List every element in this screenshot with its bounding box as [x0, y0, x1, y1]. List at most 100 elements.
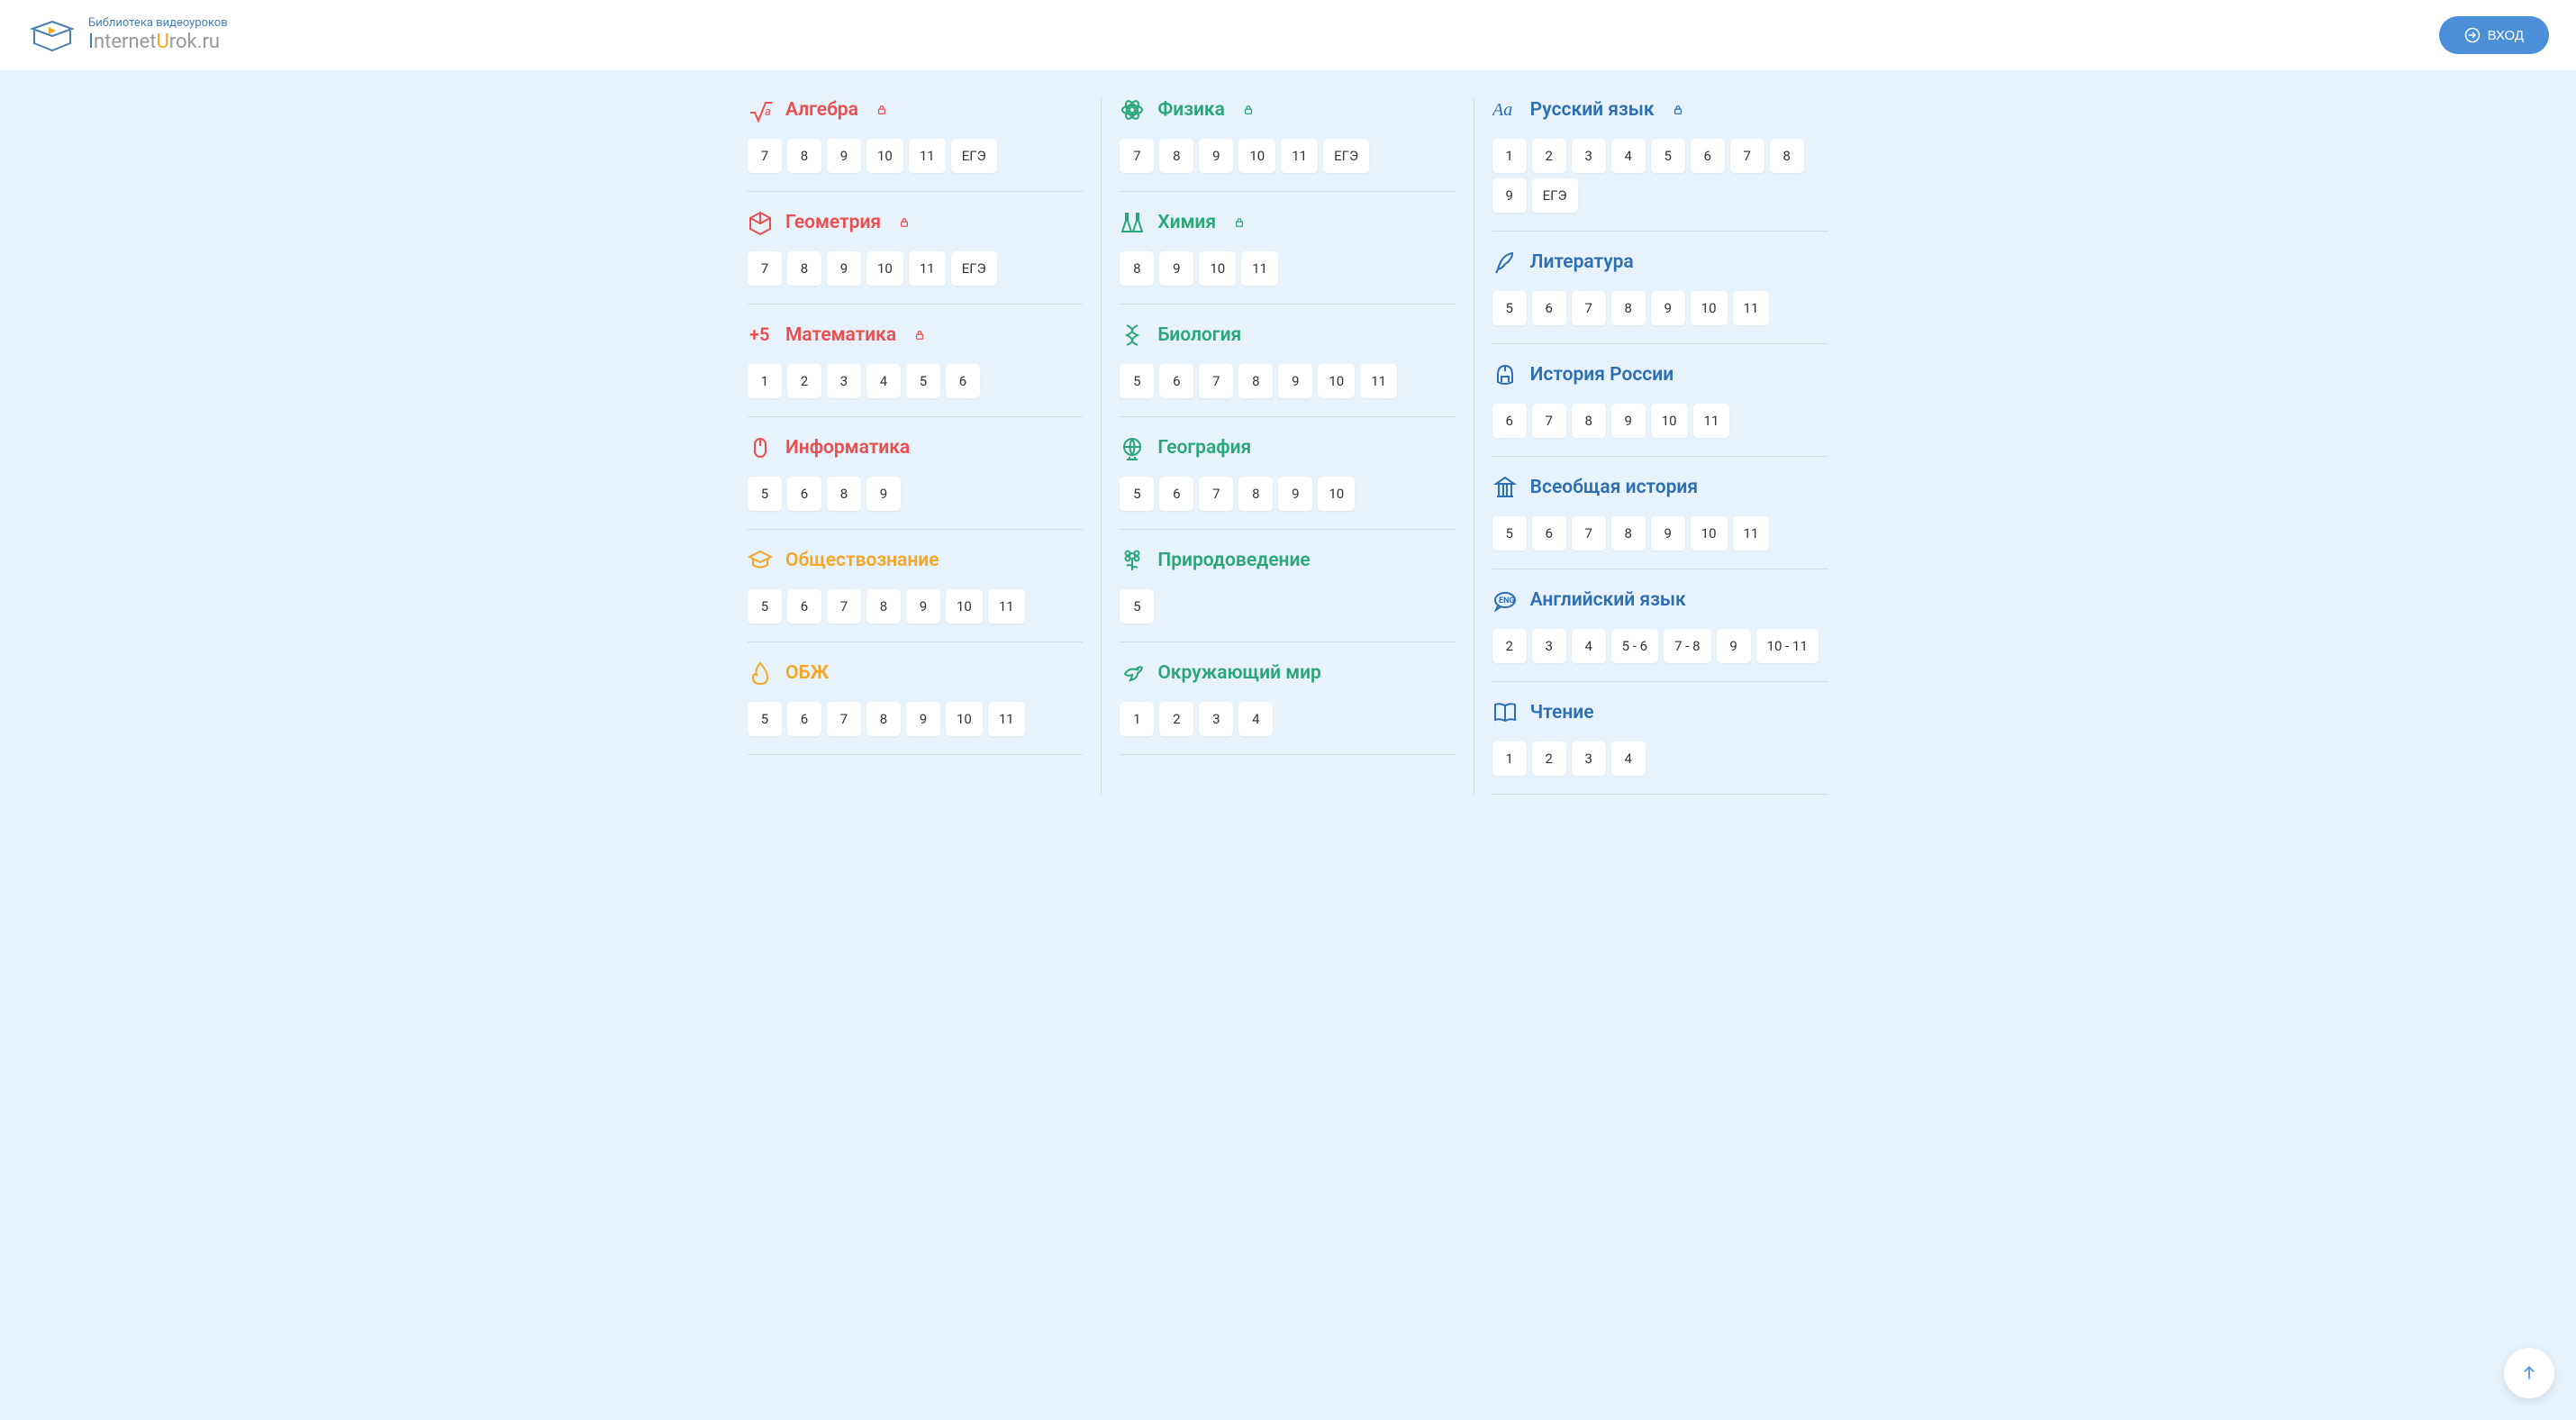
grade-button[interactable]: 6	[946, 364, 980, 398]
subject-header[interactable]: Литература	[1492, 250, 1828, 275]
grade-button[interactable]: 6	[1691, 139, 1725, 173]
scroll-top-button[interactable]	[2504, 1348, 2554, 1398]
grade-button[interactable]: 4	[866, 364, 901, 398]
grade-button[interactable]: 10	[1691, 291, 1728, 325]
grade-button[interactable]: 6	[1532, 516, 1566, 551]
grade-button[interactable]: 11	[988, 589, 1025, 624]
grade-button[interactable]: 5	[1120, 589, 1154, 624]
grade-button[interactable]: 9	[906, 702, 940, 736]
grade-button[interactable]: 8	[1159, 139, 1193, 173]
grade-button[interactable]: 6	[787, 477, 821, 511]
logo[interactable]: Библиотека видеоуроков InternetUrok.ru	[27, 16, 228, 54]
grade-button[interactable]: 7	[827, 702, 861, 736]
grade-button[interactable]: 5	[748, 702, 782, 736]
subject-header[interactable]: Окружающий мир	[1120, 660, 1455, 686]
grade-button[interactable]: ЕГЭ	[1323, 139, 1369, 173]
subject-header[interactable]: Физика	[1120, 97, 1455, 123]
grade-button[interactable]: 8	[787, 251, 821, 286]
grade-button[interactable]: 9	[1278, 364, 1312, 398]
grade-button[interactable]: 6	[1159, 477, 1193, 511]
grade-button[interactable]: 7	[1572, 291, 1606, 325]
grade-button[interactable]: 2	[1532, 139, 1566, 173]
grade-button[interactable]: 7 - 8	[1664, 629, 1710, 663]
grade-button[interactable]: 9	[1651, 516, 1685, 551]
grade-button[interactable]: 8	[1611, 291, 1646, 325]
grade-button[interactable]: 5 - 6	[1611, 629, 1658, 663]
grade-button[interactable]: 8	[866, 702, 901, 736]
grade-button[interactable]: 1	[1120, 702, 1154, 736]
grade-button[interactable]: 9	[866, 477, 901, 511]
grade-button[interactable]: 2	[1532, 742, 1566, 776]
grade-button[interactable]: 1	[748, 364, 782, 398]
subject-header[interactable]: Математика	[748, 323, 1083, 348]
grade-button[interactable]: 10	[1318, 477, 1355, 511]
grade-button[interactable]: 7	[1572, 516, 1606, 551]
grade-button[interactable]: 7	[748, 139, 782, 173]
grade-button[interactable]: 2	[1492, 629, 1527, 663]
grade-button[interactable]: 11	[909, 139, 946, 173]
grade-button[interactable]: 1	[1492, 139, 1527, 173]
grade-button[interactable]: 3	[1572, 742, 1606, 776]
grade-button[interactable]: 8	[1120, 251, 1154, 286]
subject-header[interactable]: Всеобщая история	[1492, 475, 1828, 500]
grade-button[interactable]: 11	[1241, 251, 1278, 286]
grade-button[interactable]: 5	[1492, 516, 1527, 551]
grade-button[interactable]: 5	[906, 364, 940, 398]
grade-button[interactable]: 7	[1730, 139, 1764, 173]
grade-button[interactable]: 7	[1199, 477, 1233, 511]
grade-button[interactable]: 9	[827, 251, 861, 286]
grade-button[interactable]: 8	[1770, 139, 1804, 173]
subject-header[interactable]: Биология	[1120, 323, 1455, 348]
grade-button[interactable]: 11	[1733, 516, 1770, 551]
grade-button[interactable]: 10 - 11	[1756, 629, 1819, 663]
subject-header[interactable]: Геометрия	[748, 210, 1083, 235]
grade-button[interactable]: 10	[866, 251, 903, 286]
grade-button[interactable]: 9	[906, 589, 940, 624]
grade-button[interactable]: 8	[1572, 404, 1606, 438]
grade-button[interactable]: 8	[1238, 364, 1273, 398]
grade-button[interactable]: 9	[827, 139, 861, 173]
grade-button[interactable]: 11	[1733, 291, 1770, 325]
grade-button[interactable]: 1	[1492, 742, 1527, 776]
grade-button[interactable]: 8	[787, 139, 821, 173]
grade-button[interactable]: 9	[1199, 139, 1233, 173]
grade-button[interactable]: 3	[1532, 629, 1566, 663]
grade-button[interactable]: 9	[1651, 291, 1685, 325]
grade-button[interactable]: 7	[1199, 364, 1233, 398]
grade-button[interactable]: 10	[946, 702, 983, 736]
subject-header[interactable]: География	[1120, 435, 1455, 460]
grade-button[interactable]: 5	[1120, 477, 1154, 511]
grade-button[interactable]: 8	[866, 589, 901, 624]
grade-button[interactable]: 11	[909, 251, 946, 286]
subject-header[interactable]: Химия	[1120, 210, 1455, 235]
grade-button[interactable]: 3	[1572, 139, 1606, 173]
subject-header[interactable]: Природоведение	[1120, 548, 1455, 573]
grade-button[interactable]: 6	[1492, 404, 1527, 438]
grade-button[interactable]: 5	[1120, 364, 1154, 398]
grade-button[interactable]: 10	[1691, 516, 1728, 551]
grade-button[interactable]: 5	[1492, 291, 1527, 325]
grade-button[interactable]: 8	[827, 477, 861, 511]
subject-header[interactable]: История России	[1492, 362, 1828, 387]
grade-button[interactable]: ЕГЭ	[951, 139, 997, 173]
grade-button[interactable]: 2	[1159, 702, 1193, 736]
grade-button[interactable]: 9	[1717, 629, 1751, 663]
grade-button[interactable]: 5	[1651, 139, 1685, 173]
grade-button[interactable]: 5	[748, 477, 782, 511]
grade-button[interactable]: 3	[827, 364, 861, 398]
grade-button[interactable]: 6	[1159, 364, 1193, 398]
grade-button[interactable]: 7	[748, 251, 782, 286]
grade-button[interactable]: 9	[1159, 251, 1193, 286]
subject-header[interactable]: Обществознание	[748, 548, 1083, 573]
grade-button[interactable]: ЕГЭ	[1532, 178, 1578, 213]
subject-header[interactable]: ОБЖ	[748, 660, 1083, 686]
grade-button[interactable]: 4	[1572, 629, 1606, 663]
grade-button[interactable]: 6	[1532, 291, 1566, 325]
grade-button[interactable]: 7	[827, 589, 861, 624]
grade-button[interactable]: 9	[1278, 477, 1312, 511]
subject-header[interactable]: Английский язык	[1492, 587, 1828, 613]
grade-button[interactable]: 11	[1693, 404, 1730, 438]
grade-button[interactable]: 10	[1651, 404, 1688, 438]
grade-button[interactable]: 11	[988, 702, 1025, 736]
grade-button[interactable]: 4	[1611, 742, 1646, 776]
